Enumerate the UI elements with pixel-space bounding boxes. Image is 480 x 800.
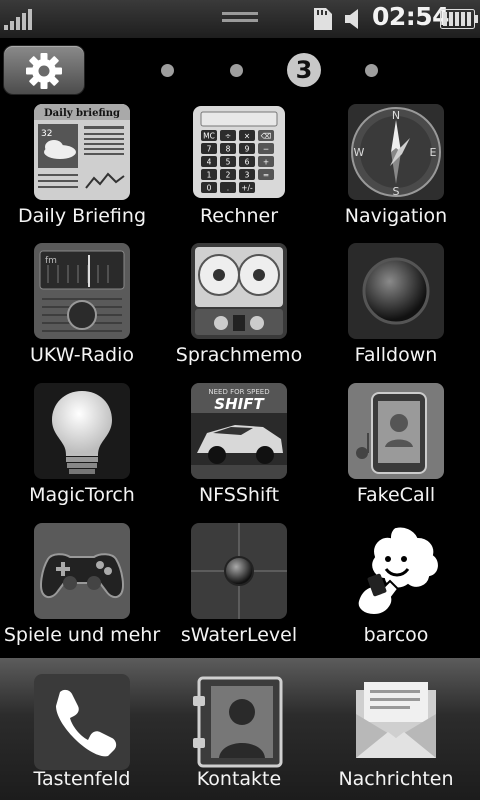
app-navigation[interactable]: N E S W Navigation xyxy=(316,104,476,240)
calc-key-label: 6 xyxy=(245,158,250,167)
tape-recorder-icon xyxy=(191,243,287,339)
radio-icon: fm xyxy=(34,243,130,339)
dock-tastenfeld[interactable]: Tastenfeld xyxy=(2,658,162,794)
app-magictorch[interactable]: MagicTorch xyxy=(2,383,162,519)
phone-icon xyxy=(34,674,130,770)
app-label: MagicTorch xyxy=(29,484,135,506)
notification-handle-icon[interactable] xyxy=(222,12,258,24)
app-label: FakeCall xyxy=(356,484,436,506)
app-fakecall[interactable]: FakeCall xyxy=(316,383,476,519)
page-dot-4[interactable] xyxy=(365,64,378,77)
radio-band: fm xyxy=(45,256,57,266)
compass-north: N xyxy=(392,109,400,122)
tile-text: SHIFT xyxy=(214,395,265,413)
app-label: sWaterLevel xyxy=(180,624,298,646)
app-nfsshift[interactable]: NEED FOR SPEED SHIFT NFSShift xyxy=(159,383,319,519)
clock: 02:54 xyxy=(372,2,450,31)
calculator-icon: MC ÷ × ⌫ 7 8 9 − 4 5 6 +1 2 3 = 0. +/- xyxy=(191,104,287,200)
page-indicator-current[interactable]: 3 xyxy=(287,53,321,87)
water-level-icon xyxy=(191,523,287,619)
calc-key-label: 1 xyxy=(207,171,212,180)
calc-key-label: − xyxy=(263,145,269,154)
barcoo-icon xyxy=(348,523,444,619)
envelope-icon xyxy=(348,674,444,770)
app-rechner[interactable]: MC ÷ × ⌫ 7 8 9 − 4 5 6 +1 2 3 = 0. +/- Rechner xyxy=(159,104,319,240)
compass-east: E xyxy=(430,146,437,159)
calc-key-label: 8 xyxy=(226,145,231,154)
app-label: NFSShift xyxy=(198,484,280,506)
calc-key-label: +/- xyxy=(241,184,253,193)
app-label: Falldown xyxy=(354,344,438,366)
app-spiele-und-mehr[interactable]: Spiele und mehr xyxy=(2,523,162,659)
gear-icon xyxy=(26,53,62,89)
calc-key-label: 3 xyxy=(245,171,250,180)
tile-title: Daily briefing xyxy=(44,108,120,119)
app-label: Navigation xyxy=(344,205,448,227)
daily-briefing-icon: Daily briefing 32 xyxy=(34,104,130,200)
battery-icon xyxy=(440,9,478,29)
signal-strength-icon xyxy=(4,8,36,30)
dock: Tastenfeld Kontakte Nachrichten xyxy=(0,658,480,800)
app-label: Daily Briefing xyxy=(18,205,146,227)
compass-west: W xyxy=(354,146,365,159)
calc-key-label: ÷ xyxy=(225,132,231,141)
app-falldown[interactable]: Falldown xyxy=(316,243,476,379)
calc-key-label: + xyxy=(263,158,269,167)
app-sprachmemo[interactable]: Sprachmemo xyxy=(159,243,319,379)
page-dot-2[interactable] xyxy=(230,64,243,77)
calc-key-label: 2 xyxy=(226,171,231,180)
app-label: Rechner xyxy=(199,205,279,227)
calc-key-label: 0 xyxy=(207,184,212,193)
app-label: Spiele und mehr xyxy=(3,624,161,646)
calc-key-label: 4 xyxy=(207,158,212,167)
tile-temp: 32 xyxy=(41,129,52,139)
fake-call-icon xyxy=(348,383,444,479)
calc-key-label: MC xyxy=(203,132,215,141)
gamepad-icon xyxy=(34,523,130,619)
compass-icon: N E S W xyxy=(348,104,444,200)
page-dot-1[interactable] xyxy=(161,64,174,77)
calc-key-label: 9 xyxy=(245,145,250,154)
contacts-icon xyxy=(191,674,287,770)
calc-key-label: ⌫ xyxy=(260,132,272,141)
speaker-icon xyxy=(345,9,358,29)
calc-key-label: 5 xyxy=(226,158,231,167)
app-swaterlevel[interactable]: sWaterLevel xyxy=(159,523,319,659)
app-barcoo[interactable]: barcoo xyxy=(316,523,476,659)
calc-key-label: . xyxy=(227,184,229,193)
dock-kontakte[interactable]: Kontakte xyxy=(159,658,319,794)
app-label: UKW-Radio xyxy=(30,344,134,366)
dock-nachrichten[interactable]: Nachrichten xyxy=(316,658,476,794)
app-daily-briefing[interactable]: Daily briefing 32 Daily Briefing xyxy=(2,104,162,240)
app-label: barcoo xyxy=(363,624,429,646)
calc-key-label: 7 xyxy=(207,145,212,154)
lightbulb-icon xyxy=(34,383,130,479)
compass-south: S xyxy=(393,185,400,198)
race-car-icon: NEED FOR SPEED SHIFT xyxy=(191,383,287,479)
settings-button[interactable] xyxy=(4,46,84,94)
calc-key-label: × xyxy=(244,132,250,141)
app-label: Kontakte xyxy=(196,768,282,790)
sd-card-icon xyxy=(314,8,332,30)
calc-key-label: = xyxy=(263,171,269,180)
falldown-icon xyxy=(348,243,444,339)
app-label: Sprachmemo xyxy=(175,344,303,366)
status-bar: 02:54 xyxy=(0,0,480,38)
app-label: Nachrichten xyxy=(338,768,454,790)
app-label: Tastenfeld xyxy=(33,768,131,790)
app-ukw-radio[interactable]: fm UKW-Radio xyxy=(2,243,162,379)
